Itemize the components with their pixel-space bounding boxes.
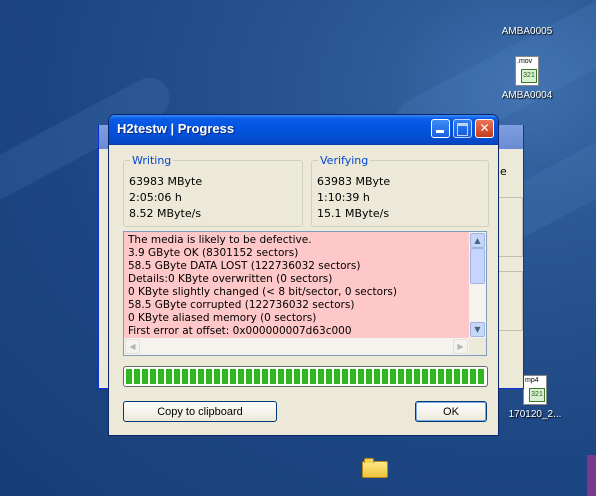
log-line: 3.9 GByte OK (8301152 sectors) [128, 247, 299, 259]
log-line: The media is likely to be defective. [128, 234, 312, 246]
writing-speed: 8.52 MByte/s [129, 207, 202, 220]
log-line: 0 KByte slightly changed (< 8 bit/sector… [128, 286, 397, 298]
verifying-speed: 15.1 MByte/s [317, 207, 390, 220]
minimize-icon [436, 130, 444, 133]
background-window-text: e [500, 165, 507, 178]
file-icon [515, 0, 539, 22]
video-file-icon: mp4 321 [523, 375, 547, 405]
copy-to-clipboard-button[interactable]: Copy to clipboard [123, 401, 277, 422]
close-button[interactable]: ✕ [475, 119, 494, 138]
verifying-legend: Verifying [318, 154, 371, 167]
scroll-right-icon[interactable]: ▶ [453, 339, 468, 354]
result-log-text: The media is likely to be defective. 3.9… [124, 232, 469, 338]
verifying-group: Verifying 63983 MByte 1:10:39 h 15.1 MBy… [311, 154, 489, 227]
writing-size: 63983 MByte [129, 175, 203, 188]
log-line: 58.5 GByte DATA LOST (122736032 sectors) [128, 260, 361, 272]
title-bar[interactable]: H2testw | Progress ✕ [109, 115, 498, 145]
close-icon: ✕ [479, 121, 490, 135]
desktop-icon-amba0005[interactable]: AMBA0005 [492, 0, 562, 37]
scroll-left-icon[interactable]: ◀ [125, 339, 140, 354]
taskbar-edge [587, 455, 596, 496]
scroll-up-icon[interactable]: ▲ [470, 233, 485, 248]
verifying-size: 63983 MByte [317, 175, 391, 188]
background-window-panel [497, 197, 523, 257]
verifying-time: 1:10:39 h [317, 191, 370, 204]
desktop-icon-label: AMBA0004 [501, 90, 553, 101]
desktop-icon-label: 170120_2... [508, 409, 562, 420]
writing-group: Writing 63983 MByte 2:05:06 h 8.52 MByte… [123, 154, 303, 227]
scroll-down-icon[interactable]: ▼ [470, 322, 485, 337]
minimize-button[interactable] [431, 119, 450, 138]
progress-dialog: H2testw | Progress ✕ Writing 63983 MByte… [108, 114, 499, 436]
window-title: H2testw | Progress [117, 121, 235, 136]
maximize-button[interactable] [453, 119, 472, 138]
desktop-icon-label: AMBA0005 [501, 26, 553, 37]
log-line: 58.5 GByte corrupted (122736032 sectors) [128, 299, 355, 311]
horizontal-scrollbar[interactable]: ◀ ▶ [124, 338, 469, 355]
scroll-corner [469, 338, 486, 355]
background-window-panel [497, 271, 523, 331]
folder-icon[interactable] [362, 458, 388, 478]
maximize-icon [457, 123, 468, 136]
progress-fill [126, 369, 485, 384]
writing-legend: Writing [130, 154, 174, 167]
progress-bar [123, 366, 488, 387]
log-line: First error at offset: 0x000000007d63c00… [128, 325, 352, 337]
result-log[interactable]: The media is likely to be defective. 3.9… [123, 231, 487, 356]
vertical-scrollbar[interactable]: ▲ ▼ [469, 232, 486, 338]
ok-button[interactable]: OK [415, 401, 487, 422]
desktop-icon-amba0004[interactable]: .mov 321 AMBA0004 [492, 56, 562, 101]
writing-time: 2:05:06 h [129, 191, 182, 204]
log-line: Details:0 KByte overwritten (0 sectors) [128, 273, 333, 285]
video-file-icon: .mov 321 [515, 56, 539, 86]
log-line: 0 KByte aliased memory (0 sectors) [128, 312, 317, 324]
scroll-thumb[interactable] [470, 248, 485, 284]
